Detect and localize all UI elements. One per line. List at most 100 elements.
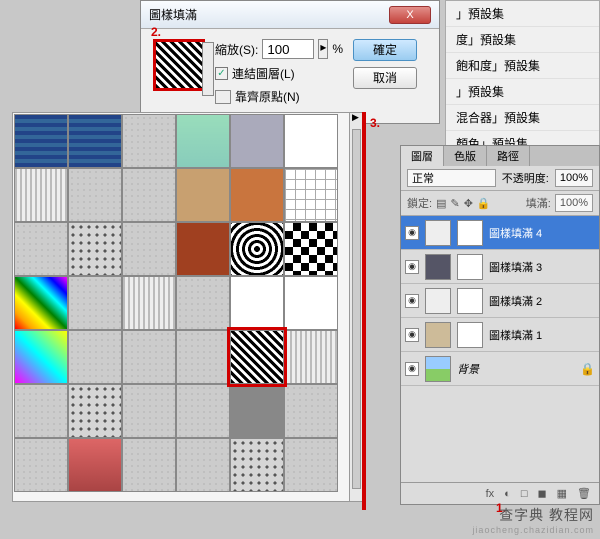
pattern-cell[interactable] xyxy=(14,276,68,330)
layer-mask[interactable] xyxy=(457,220,483,246)
ok-button[interactable]: 確定 xyxy=(353,39,417,61)
pattern-cell[interactable] xyxy=(230,438,284,492)
pattern-cell[interactable] xyxy=(230,384,284,438)
cancel-button[interactable]: 取消 xyxy=(353,67,417,89)
layer-mask[interactable] xyxy=(457,322,483,348)
pattern-cell[interactable] xyxy=(176,330,230,384)
scale-input[interactable] xyxy=(262,39,314,59)
layer-row[interactable]: ◉ 圖樣填滿 4 xyxy=(401,216,599,250)
layer-thumb[interactable] xyxy=(425,254,451,280)
pattern-cell[interactable] xyxy=(284,438,338,492)
snap-origin-button[interactable] xyxy=(215,90,231,104)
pattern-cell[interactable] xyxy=(122,114,176,168)
pattern-cell[interactable] xyxy=(122,438,176,492)
link-layer-checkbox[interactable]: ✓ xyxy=(215,67,228,80)
pattern-cell[interactable] xyxy=(68,276,122,330)
pattern-cell[interactable] xyxy=(230,222,284,276)
layer-row[interactable]: ◉ 圖樣填滿 1 xyxy=(401,318,599,352)
pattern-cell[interactable] xyxy=(230,276,284,330)
pattern-cell[interactable] xyxy=(176,222,230,276)
visibility-icon[interactable]: ◉ xyxy=(405,328,419,342)
pattern-cell[interactable] xyxy=(284,114,338,168)
pattern-cell[interactable] xyxy=(176,168,230,222)
preset-item[interactable]: 」預設集 xyxy=(446,79,599,105)
pattern-cell[interactable] xyxy=(14,222,68,276)
pattern-cell[interactable] xyxy=(176,276,230,330)
presets-menu: 」預設集 度」預設集 飽和度」預設集 」預設集 混合器」預設集 顏色」預設集 xyxy=(445,0,600,158)
visibility-icon[interactable]: ◉ xyxy=(405,362,419,376)
tab-layers[interactable]: 圖層 xyxy=(401,146,444,166)
pattern-cell[interactable] xyxy=(122,276,176,330)
pattern-cell[interactable] xyxy=(284,222,338,276)
layer-thumb[interactable] xyxy=(425,220,451,246)
visibility-icon[interactable]: ◉ xyxy=(405,260,419,274)
visibility-icon[interactable]: ◉ xyxy=(405,294,419,308)
layer-mask[interactable] xyxy=(457,254,483,280)
fx-icon[interactable]: fx xyxy=(486,488,495,500)
pattern-cell[interactable] xyxy=(14,168,68,222)
adjustment-icon[interactable]: □ xyxy=(521,488,528,500)
preset-item[interactable]: 」預設集 xyxy=(446,1,599,27)
chevron-down-icon[interactable]: ▸ xyxy=(318,39,328,59)
close-icon[interactable]: X xyxy=(389,6,431,24)
layer-thumb[interactable] xyxy=(425,288,451,314)
pattern-cell[interactable] xyxy=(68,114,122,168)
lock-all-icon[interactable]: 🔒 xyxy=(477,197,491,210)
pattern-cell[interactable] xyxy=(68,222,122,276)
trash-icon[interactable]: 🗑 xyxy=(577,487,591,500)
pattern-cell[interactable] xyxy=(176,384,230,438)
opacity-input[interactable]: 100% xyxy=(555,169,593,187)
pattern-cell[interactable] xyxy=(230,114,284,168)
pattern-cell[interactable] xyxy=(14,438,68,492)
pattern-cell[interactable] xyxy=(14,114,68,168)
picker-scrollbar[interactable] xyxy=(349,113,363,501)
pattern-swatch-dropdown[interactable] xyxy=(153,39,205,91)
visibility-icon[interactable]: ◉ xyxy=(405,226,419,240)
pattern-cell[interactable] xyxy=(284,276,338,330)
layer-row[interactable]: ◉ 圖樣填滿 2 xyxy=(401,284,599,318)
pattern-cell[interactable] xyxy=(122,384,176,438)
pattern-cell[interactable] xyxy=(176,114,230,168)
pattern-cell[interactable] xyxy=(122,222,176,276)
pattern-cell[interactable] xyxy=(176,438,230,492)
fill-input[interactable]: 100% xyxy=(555,194,593,212)
pattern-cell[interactable] xyxy=(122,330,176,384)
lock-brush-icon[interactable]: ✎ xyxy=(450,197,459,210)
layer-thumb[interactable] xyxy=(425,322,451,348)
lock-move-icon[interactable]: ✥ xyxy=(464,197,473,210)
preset-item[interactable]: 混合器」預設集 xyxy=(446,105,599,131)
layer-name[interactable]: 圖樣填滿 2 xyxy=(489,293,595,309)
pattern-cell-selected[interactable]: 4. xyxy=(230,330,284,384)
blend-mode-select[interactable]: 正常 xyxy=(407,169,496,187)
pattern-cell[interactable] xyxy=(68,384,122,438)
pattern-cell[interactable] xyxy=(284,168,338,222)
preset-item[interactable]: 飽和度」預設集 xyxy=(446,53,599,79)
scale-label: 縮放(S): xyxy=(215,41,258,58)
pattern-cell[interactable] xyxy=(68,330,122,384)
pattern-cell[interactable] xyxy=(284,384,338,438)
mask-icon[interactable]: ◐ xyxy=(504,488,511,500)
preset-item[interactable]: 度」預設集 xyxy=(446,27,599,53)
lock-pixels-icon[interactable]: ▤ xyxy=(436,197,446,210)
dialog-titlebar[interactable]: 圖樣填滿 X xyxy=(141,1,439,29)
lock-icon: 🔒 xyxy=(580,362,595,376)
new-layer-icon[interactable]: ▦ xyxy=(557,487,567,500)
tab-paths[interactable]: 路徑 xyxy=(487,146,530,166)
layer-row[interactable]: ◉ 圖樣填滿 3 xyxy=(401,250,599,284)
pattern-cell[interactable] xyxy=(14,330,68,384)
group-icon[interactable]: ◼ xyxy=(537,487,546,500)
layer-name[interactable]: 圖樣填滿 4 xyxy=(489,225,595,241)
pattern-cell[interactable] xyxy=(122,168,176,222)
layer-name[interactable]: 圖樣填滿 1 xyxy=(489,327,595,343)
layer-name[interactable]: 圖樣填滿 3 xyxy=(489,259,595,275)
pattern-cell[interactable] xyxy=(230,168,284,222)
layer-thumb[interactable] xyxy=(425,356,451,382)
pattern-cell[interactable] xyxy=(68,438,122,492)
pattern-cell[interactable] xyxy=(284,330,338,384)
pattern-cell[interactable] xyxy=(68,168,122,222)
tab-channels[interactable]: 色版 xyxy=(444,146,487,166)
layer-row[interactable]: ◉ 背景 🔒 xyxy=(401,352,599,386)
layer-mask[interactable] xyxy=(457,288,483,314)
pattern-cell[interactable] xyxy=(14,384,68,438)
layer-name[interactable]: 背景 xyxy=(457,361,574,377)
